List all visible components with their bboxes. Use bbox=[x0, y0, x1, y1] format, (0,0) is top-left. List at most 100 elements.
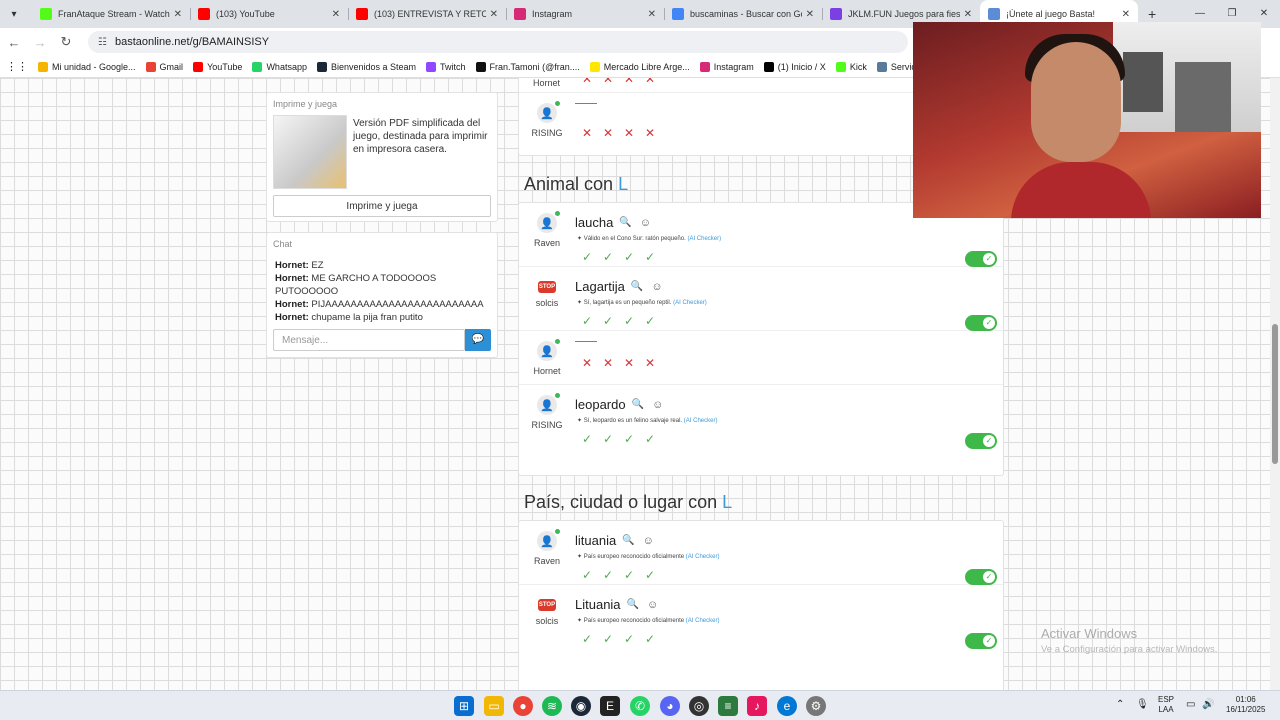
reject-mark[interactable]: ✕ bbox=[579, 355, 595, 371]
approve-mark[interactable]: ✓ bbox=[600, 631, 616, 647]
approve-mark[interactable]: ✓ bbox=[579, 631, 595, 647]
approve-mark[interactable]: ✓ bbox=[642, 631, 658, 647]
valid-toggle[interactable] bbox=[965, 315, 997, 331]
volume-icon[interactable]: 🔊 bbox=[1202, 700, 1214, 710]
search-icon[interactable]: 🔍 bbox=[622, 535, 634, 546]
browser-tab[interactable]: FranAtaque Stream - Watch Liv ✕ bbox=[32, 0, 190, 28]
approve-mark[interactable]: ✓ bbox=[600, 249, 616, 265]
approve-mark[interactable]: ✓ bbox=[579, 431, 595, 447]
start-icon[interactable]: ⊞ bbox=[454, 696, 474, 716]
approve-mark[interactable]: ✓ bbox=[600, 567, 616, 583]
apps-icon[interactable]: ⋮⋮ bbox=[6, 60, 28, 73]
approve-mark[interactable]: ✓ bbox=[621, 249, 637, 265]
bookmark-item[interactable]: YouTube bbox=[193, 61, 242, 72]
close-tab-icon[interactable]: ✕ bbox=[1122, 9, 1130, 20]
reload-icon[interactable]: ↻ bbox=[54, 34, 78, 50]
valid-toggle[interactable] bbox=[965, 433, 997, 449]
bookmark-item[interactable]: Gmail bbox=[145, 61, 183, 72]
react-emoji-icon[interactable]: ☺ bbox=[647, 599, 658, 611]
reject-mark[interactable]: ✕ bbox=[642, 125, 658, 141]
approve-mark[interactable]: ✓ bbox=[621, 631, 637, 647]
close-tab-icon[interactable]: ✕ bbox=[490, 9, 498, 20]
browser-tab[interactable]: buscaminas - Buscar con Goog ✕ bbox=[664, 0, 822, 28]
forward-icon[interactable]: → bbox=[28, 35, 52, 50]
clock[interactable]: 01:06 16/11/2025 bbox=[1226, 695, 1265, 715]
notes-icon[interactable]: ≡ bbox=[718, 696, 738, 716]
valid-toggle[interactable] bbox=[965, 569, 997, 585]
valid-toggle[interactable] bbox=[965, 633, 997, 649]
chrome-icon[interactable]: ● bbox=[513, 696, 533, 716]
search-icon[interactable]: 🔍 bbox=[619, 217, 631, 228]
approve-mark[interactable]: ✓ bbox=[621, 313, 637, 329]
obs-icon[interactable]: ◎ bbox=[689, 696, 709, 716]
reject-mark[interactable]: ✕ bbox=[621, 355, 637, 371]
react-emoji-icon[interactable]: ☺ bbox=[640, 217, 651, 229]
bookmark-item[interactable]: Whatsapp bbox=[252, 61, 307, 72]
approve-mark[interactable]: ✓ bbox=[600, 431, 616, 447]
print-button[interactable]: Imprime y juega bbox=[273, 195, 491, 217]
reject-mark[interactable]: ✕ bbox=[579, 125, 595, 141]
bookmark-item[interactable]: Instagram bbox=[699, 61, 754, 72]
close-tab-icon[interactable]: ✕ bbox=[648, 9, 656, 20]
browser-tab[interactable]: Instagram ✕ bbox=[506, 0, 664, 28]
approve-mark[interactable]: ✓ bbox=[579, 249, 595, 265]
bookmark-item[interactable]: Mi unidad - Google... bbox=[38, 61, 136, 72]
approve-mark[interactable]: ✓ bbox=[600, 313, 616, 329]
approve-mark[interactable]: ✓ bbox=[579, 567, 595, 583]
browser-tab[interactable]: (103) YouTube ✕ bbox=[190, 0, 348, 28]
reject-mark[interactable]: ✕ bbox=[600, 125, 616, 141]
close-tab-icon[interactable]: ✕ bbox=[174, 9, 182, 20]
approve-mark[interactable]: ✓ bbox=[642, 567, 658, 583]
bookmark-item[interactable]: Fran.Tamoni (@fran.... bbox=[475, 61, 580, 72]
approve-mark[interactable]: ✓ bbox=[642, 249, 658, 265]
tray-chevron-icon[interactable]: ⌃ bbox=[1116, 700, 1124, 710]
react-emoji-icon[interactable]: ☺ bbox=[652, 399, 663, 411]
send-message-button[interactable]: 💬 bbox=[465, 329, 491, 351]
approve-mark[interactable]: ✓ bbox=[642, 431, 658, 447]
bookmark-label: Twitch bbox=[440, 61, 466, 72]
close-tab-icon[interactable]: ✕ bbox=[806, 9, 814, 20]
edge-icon[interactable]: e bbox=[777, 696, 797, 716]
bookmark-item[interactable]: Kick bbox=[835, 61, 867, 72]
search-icon[interactable]: 🔍 bbox=[627, 599, 639, 610]
approve-mark[interactable]: ✓ bbox=[621, 431, 637, 447]
bookmark-icon bbox=[316, 61, 327, 72]
approve-mark[interactable]: ✓ bbox=[621, 567, 637, 583]
close-tab-icon[interactable]: ✕ bbox=[332, 9, 340, 20]
approve-mark[interactable]: ✓ bbox=[579, 313, 595, 329]
back-icon[interactable]: ← bbox=[2, 35, 26, 50]
valid-toggle[interactable] bbox=[965, 251, 997, 267]
bookmark-item[interactable]: (1) Inicio / X bbox=[763, 61, 826, 72]
whatsapp-icon[interactable]: ✆ bbox=[630, 696, 650, 716]
react-emoji-icon[interactable]: ☺ bbox=[651, 281, 662, 293]
react-emoji-icon[interactable]: ☺ bbox=[643, 535, 654, 547]
tiktok-icon[interactable]: ♪ bbox=[747, 696, 767, 716]
search-icon[interactable]: 🔍 bbox=[632, 399, 644, 410]
page-scrollbar[interactable] bbox=[1270, 78, 1280, 690]
bookmark-item[interactable]: Bienvenidos a Steam bbox=[316, 61, 416, 72]
reject-mark[interactable]: ✕ bbox=[600, 355, 616, 371]
language-indicator[interactable]: ESP LAA bbox=[1158, 695, 1174, 715]
settings-icon[interactable]: ⚙ bbox=[806, 696, 826, 716]
steam-icon[interactable]: ◉ bbox=[571, 696, 591, 716]
tab-search-button[interactable]: ▾ bbox=[4, 4, 24, 24]
discord-icon[interactable]: ◕ bbox=[660, 696, 680, 716]
empty-answer-line bbox=[575, 341, 597, 342]
microphone-icon[interactable]: 🎙 bbox=[1136, 700, 1149, 710]
new-tab-button[interactable]: + bbox=[1148, 6, 1156, 22]
epic-games-icon[interactable]: E bbox=[600, 696, 620, 716]
chat-message-input[interactable]: Mensaje... bbox=[273, 329, 465, 351]
network-icon[interactable]: ▭ bbox=[1186, 700, 1195, 710]
url-field[interactable]: ☷ bastaonline.net/g/BAMAINSISY bbox=[88, 31, 908, 53]
bookmark-item[interactable]: Twitch bbox=[426, 61, 466, 72]
reject-mark[interactable]: ✕ bbox=[642, 355, 658, 371]
search-icon[interactable]: 🔍 bbox=[631, 281, 643, 292]
site-info-icon[interactable]: ☷ bbox=[98, 37, 107, 48]
browser-tab[interactable]: (103) ENTREVISTA Y RETOS EN ✕ bbox=[348, 0, 506, 28]
reject-mark[interactable]: ✕ bbox=[621, 125, 637, 141]
bookmark-item[interactable]: Mercado Libre Arge... bbox=[589, 61, 690, 72]
spotify-icon[interactable]: ≋ bbox=[542, 696, 562, 716]
approve-mark[interactable]: ✓ bbox=[642, 313, 658, 329]
close-tab-icon[interactable]: ✕ bbox=[964, 9, 972, 20]
file-explorer-icon[interactable]: ▭ bbox=[484, 696, 504, 716]
